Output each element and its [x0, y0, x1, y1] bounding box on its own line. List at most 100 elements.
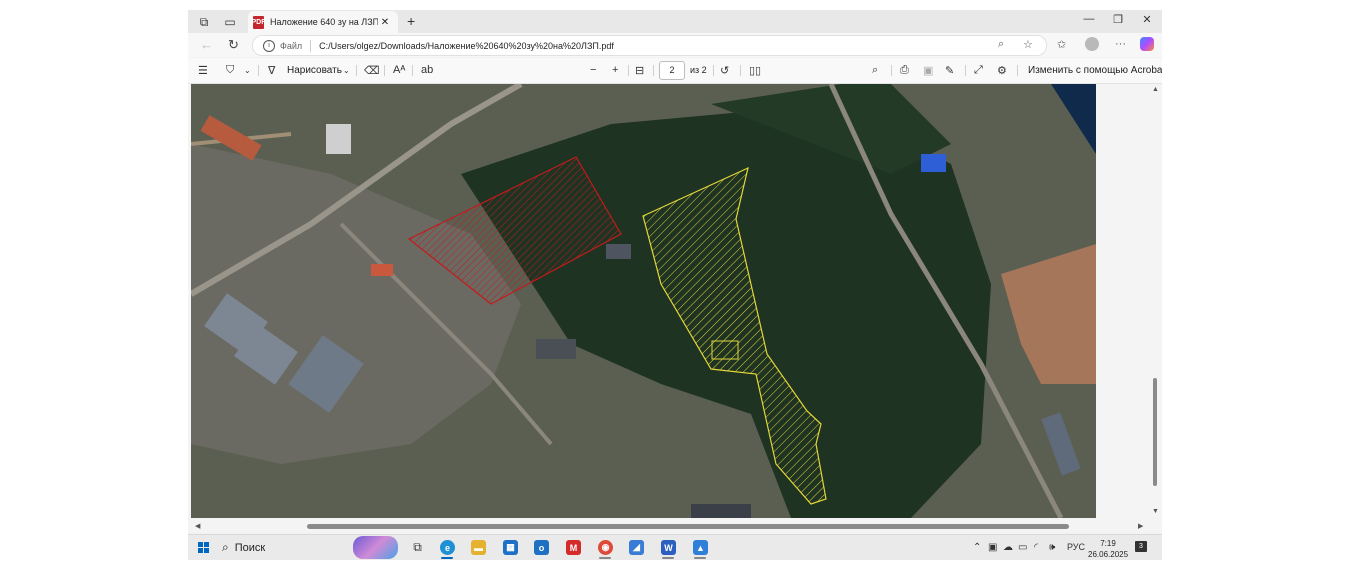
save-icon[interactable]: ▣ [923, 64, 933, 77]
divider [713, 65, 714, 76]
taskbar: ⌕ Поиск ⧉ e ▬ ▦ o M ◉ ◢ W ▲ ⌃ ▣ ☁ ▭ ◜ 🕪 … [188, 534, 1162, 560]
wifi-icon[interactable]: ◜ [1034, 542, 1038, 553]
url-text[interactable]: C:/Users/olgez/Downloads/Наложение%20640… [319, 41, 614, 51]
divider [653, 65, 654, 76]
fit-page-icon[interactable]: ⊟ [635, 64, 644, 77]
tab-title: Наложение 640 зу на ЛЗП.pdf [270, 17, 378, 27]
copilot-icon[interactable] [1140, 37, 1154, 51]
photos-icon[interactable]: ◢ [629, 540, 644, 555]
search-highlight-image[interactable] [353, 536, 398, 559]
address-bar-row: ← ↻ i Файл C:/Users/olgez/Downloads/Нало… [188, 33, 1162, 57]
clock[interactable]: 7:19 26.06.2025 [1088, 538, 1128, 560]
horizontal-scroll-thumb[interactable] [307, 524, 1069, 529]
divider [356, 65, 357, 76]
new-tab-icon[interactable]: + [407, 13, 415, 29]
page-total: из 2 [690, 65, 707, 75]
vertical-scroll-thumb[interactable] [1153, 378, 1157, 486]
print-icon[interactable]: ⎙ [900, 64, 909, 77]
zoom-out-icon[interactable]: − [590, 64, 596, 76]
draw-button[interactable]: Нарисовать [287, 65, 342, 76]
profile-avatar[interactable] [1085, 37, 1099, 51]
chevron-down-icon[interactable]: ⌄ [343, 66, 350, 75]
language-indicator[interactable]: РУС [1067, 542, 1085, 552]
store-icon[interactable]: ▦ [503, 540, 518, 555]
zoom-in-icon[interactable]: + [612, 64, 618, 76]
search-icon: ⌕ [222, 540, 229, 554]
workspaces-icon[interactable]: ⧉ [196, 14, 212, 30]
fullscreen-icon[interactable]: ⤢ [974, 64, 983, 77]
favorite-star-icon[interactable]: ☆ [1023, 38, 1033, 51]
vertical-scrollbar[interactable]: ▲ ▼ [1149, 84, 1162, 518]
divider [258, 65, 259, 76]
tray-app-icon[interactable]: ▣ [988, 542, 997, 553]
notes-icon[interactable]: ▲ [693, 540, 708, 555]
divider [384, 65, 385, 76]
running-indicator [662, 557, 674, 559]
maximize-icon[interactable]: ❐ [1110, 13, 1126, 26]
start-windows-icon[interactable] [198, 542, 209, 553]
page-view-icon[interactable]: ▯▯ [749, 64, 761, 77]
scroll-right-icon[interactable]: ▶ [1138, 522, 1143, 530]
chrome-icon[interactable]: ◉ [598, 540, 613, 555]
save-as-icon[interactable]: ✎ [945, 64, 954, 77]
divider [310, 39, 312, 52]
mcafee-icon[interactable]: M [566, 540, 581, 555]
tab-actions-icon[interactable]: ▭ [222, 14, 238, 30]
divider [891, 65, 892, 76]
divider [412, 65, 413, 76]
file-explorer-icon[interactable]: ▬ [471, 540, 486, 555]
browser-window: ⧉ ▭ PDF Наложение 640 зу на ЛЗП.pdf ✕ + … [188, 10, 1162, 560]
highlight-icon[interactable]: ⛉ [226, 64, 234, 77]
outlook-icon[interactable]: o [534, 540, 549, 555]
notification-badge[interactable]: 3 [1135, 541, 1147, 552]
running-indicator [599, 557, 611, 559]
pdf-viewer: ▲ ▼ [188, 84, 1162, 518]
tab-active[interactable]: PDF Наложение 640 зу на ЛЗП.pdf ✕ [248, 11, 398, 33]
zoom-icon[interactable]: ⌕ [998, 38, 1004, 51]
cloud-icon[interactable]: ☁ [1003, 542, 1013, 553]
battery-icon[interactable]: ▭ [1018, 542, 1027, 553]
scroll-left-icon[interactable]: ◀ [195, 522, 200, 530]
read-aloud-icon[interactable]: Aᴬ [393, 64, 405, 76]
pdf-file-icon: PDF [252, 15, 266, 29]
info-icon[interactable]: i [263, 39, 275, 52]
file-label: Файл [280, 40, 303, 51]
rotate-icon[interactable]: ↺ [720, 64, 729, 77]
more-icon[interactable]: ··· [1115, 38, 1126, 50]
clock-date: 26.06.2025 [1088, 550, 1129, 559]
scroll-down-icon[interactable]: ▼ [1152, 508, 1159, 515]
word-icon[interactable]: W [661, 540, 676, 555]
settings-gear-icon[interactable]: ⚙ [997, 64, 1007, 77]
divider [1017, 65, 1018, 76]
clock-time: 7:19 [1100, 539, 1116, 548]
taskbar-search[interactable]: ⌕ Поиск [222, 540, 265, 555]
favorites-icon[interactable]: ✩ [1057, 38, 1066, 51]
horizontal-scrollbar[interactable]: ◀ ▶ [188, 519, 1162, 532]
tab-close-icon[interactable]: ✕ [378, 17, 392, 28]
divider [628, 65, 629, 76]
divider [740, 65, 741, 76]
chevron-up-icon[interactable]: ⌃ [973, 542, 981, 553]
translate-icon[interactable]: ab [421, 64, 433, 76]
eraser-icon[interactable]: ⌫ [364, 64, 380, 77]
scroll-up-icon[interactable]: ▲ [1152, 86, 1159, 93]
address-bar[interactable]: i Файл C:/Users/olgez/Downloads/Наложени… [252, 35, 1047, 56]
back-icon[interactable]: ← [200, 37, 213, 52]
active-indicator [441, 557, 453, 559]
contents-icon[interactable]: ☰ [198, 64, 208, 77]
page-number-input[interactable]: 2 [659, 61, 685, 80]
satellite-map-image [191, 84, 1096, 518]
refresh-icon[interactable]: ↻ [228, 37, 239, 53]
pdf-toolbar: ☰ ⛉ ⌄ ∇ Нарисовать ⌄ ⌫ Aᴬ ab − + ⊟ 2 из … [188, 58, 1162, 84]
search-icon[interactable]: ⌕ [872, 64, 878, 77]
divider [965, 65, 966, 76]
chevron-down-icon[interactable]: ⌄ [244, 66, 251, 75]
edit-with-acrobat-button[interactable]: Изменить с помощью Acrobat [1028, 65, 1162, 76]
task-view-icon[interactable]: ⧉ [410, 540, 425, 555]
close-window-icon[interactable]: ✕ [1139, 13, 1155, 26]
tab-bar: ⧉ ▭ PDF Наложение 640 зу на ЛЗП.pdf ✕ + … [188, 10, 1162, 33]
draw-icon[interactable]: ∇ [268, 64, 275, 77]
volume-icon[interactable]: 🕪 [1049, 542, 1055, 553]
edge-browser-icon[interactable]: e [440, 540, 455, 555]
minimize-icon[interactable]: — [1081, 13, 1097, 25]
